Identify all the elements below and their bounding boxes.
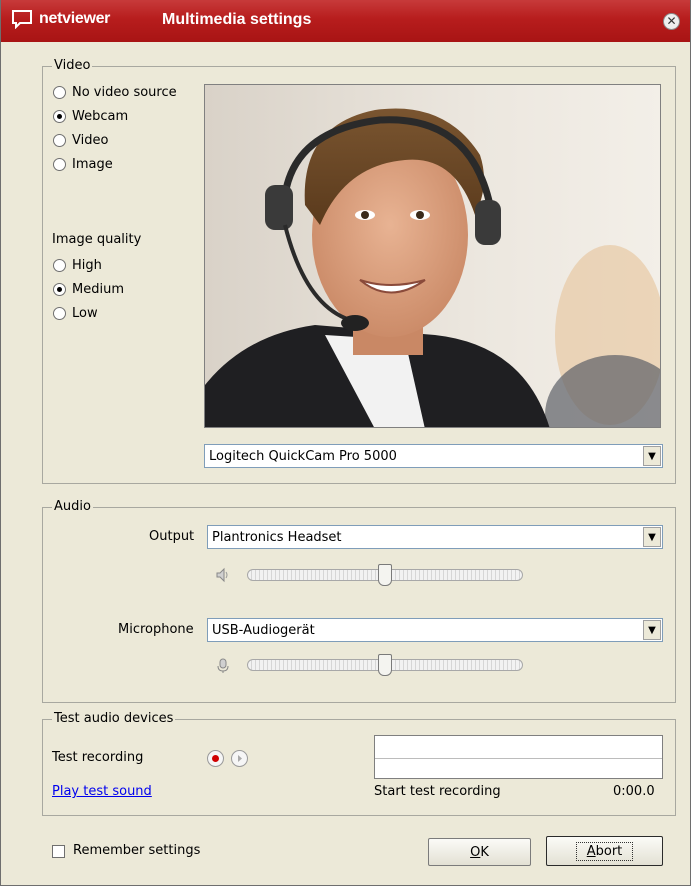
image-quality-radio[interactable] xyxy=(53,258,66,272)
microphone-volume-thumb[interactable] xyxy=(378,654,392,676)
chevron-down-icon[interactable]: ▼ xyxy=(643,620,661,640)
recording-meter xyxy=(374,735,663,779)
output-volume-thumb[interactable] xyxy=(378,564,392,586)
microphone-label: Microphone xyxy=(118,622,194,637)
test-audio-legend: Test audio devices xyxy=(52,711,176,726)
brand: netviewer xyxy=(11,9,110,29)
remember-settings-label[interactable]: Remember settings xyxy=(73,843,200,858)
webcam-preview-image xyxy=(205,85,660,427)
ok-button-label: OK xyxy=(470,844,489,860)
play-button[interactable] xyxy=(231,750,248,767)
brand-name: netviewer xyxy=(39,10,111,27)
video-source-option[interactable]: No video source xyxy=(53,83,177,101)
image-quality-option[interactable]: Low xyxy=(53,304,98,322)
video-source-radio[interactable] xyxy=(53,157,66,171)
image-quality-label: High xyxy=(72,257,102,273)
output-device-select[interactable]: Plantronics Headset ▼ xyxy=(207,525,663,549)
video-source-label: Webcam xyxy=(72,108,129,124)
chevron-down-icon[interactable]: ▼ xyxy=(643,446,661,466)
video-source-option[interactable]: Webcam xyxy=(53,107,128,125)
audio-legend: Audio xyxy=(52,499,93,514)
microphone-device-value: USB-Audiogerät xyxy=(212,622,315,638)
video-source-label: Video xyxy=(72,132,109,148)
output-device-value: Plantronics Headset xyxy=(212,529,342,545)
output-label: Output xyxy=(149,529,195,544)
video-source-radio[interactable] xyxy=(53,133,66,147)
video-device-select[interactable]: Logitech QuickCam Pro 5000 ▼ xyxy=(204,444,663,468)
ok-button[interactable]: OK xyxy=(428,838,531,866)
image-quality-option[interactable]: High xyxy=(53,256,102,274)
recording-status: Start test recording xyxy=(374,784,501,799)
image-quality-radio[interactable] xyxy=(53,282,66,296)
remember-settings-checkbox[interactable] xyxy=(52,845,65,858)
abort-button[interactable]: Abort xyxy=(546,836,663,866)
play-test-sound-link[interactable]: Play test sound xyxy=(52,784,152,799)
video-device-value: Logitech QuickCam Pro 5000 xyxy=(209,448,397,464)
abort-button-label: Abort xyxy=(575,841,634,861)
test-recording-label: Test recording xyxy=(52,750,144,765)
microphone-icon xyxy=(217,658,229,673)
speech-bubble-icon xyxy=(12,10,32,29)
record-button[interactable] xyxy=(207,750,224,767)
video-source-label: Image xyxy=(72,156,113,172)
video-legend: Video xyxy=(52,58,93,73)
title-bar[interactable]: netviewer Multimedia settings ✕ xyxy=(1,0,690,42)
video-source-option[interactable]: Image xyxy=(53,155,113,173)
image-quality-radio[interactable] xyxy=(53,306,66,320)
video-source-label: No video source xyxy=(72,84,177,100)
webcam-preview xyxy=(204,84,661,428)
play-icon xyxy=(238,755,242,762)
multimedia-settings-dialog: netviewer Multimedia settings ✕ Video No… xyxy=(0,0,691,886)
image-quality-option[interactable]: Medium xyxy=(53,280,124,298)
record-icon xyxy=(212,755,219,762)
image-quality-label: Medium xyxy=(72,281,124,297)
recording-time: 0:00.0 xyxy=(613,784,655,799)
speaker-icon xyxy=(216,567,228,583)
recording-meter-divider xyxy=(375,758,662,759)
video-source-option[interactable]: Video xyxy=(53,131,108,149)
window-title: Multimedia settings xyxy=(162,11,312,28)
image-quality-label: Image quality xyxy=(52,232,142,247)
image-quality-label: Low xyxy=(72,305,98,321)
chevron-down-icon[interactable]: ▼ xyxy=(643,527,661,547)
video-source-radio[interactable] xyxy=(53,109,66,123)
microphone-device-select[interactable]: USB-Audiogerät ▼ xyxy=(207,618,663,642)
video-source-radio[interactable] xyxy=(53,85,66,99)
close-button[interactable]: ✕ xyxy=(663,13,680,30)
